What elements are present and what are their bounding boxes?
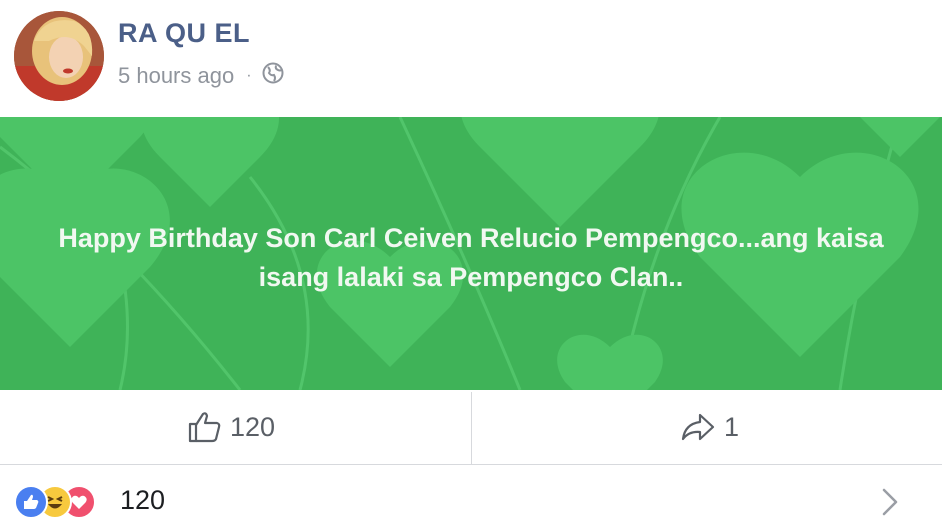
like-count: 120 [230, 411, 276, 442]
post-header: RA QU EL 5 hours ago · [0, 0, 942, 117]
post-action-bar: 120 1 [0, 390, 942, 465]
reactions-summary[interactable]: 120 [0, 465, 942, 531]
like-button[interactable]: 120 [188, 390, 275, 464]
chevron-right-icon[interactable] [878, 487, 902, 517]
reactions-total: 120 [120, 485, 166, 515]
author-avatar[interactable] [14, 11, 104, 101]
share-button[interactable]: 1 [680, 390, 739, 464]
share-count: 1 [724, 411, 740, 442]
author-name[interactable]: RA QU EL [118, 18, 250, 49]
post-timestamp[interactable]: 5 hours ago [118, 63, 234, 89]
post-meta: 5 hours ago · [118, 62, 284, 90]
post-message: Happy Birthday Son Carl Ceiven Relucio P… [58, 223, 884, 292]
like-icon [14, 485, 48, 519]
action-divider [471, 392, 472, 464]
globe-icon[interactable] [262, 62, 284, 90]
thumbs-up-icon [188, 412, 221, 443]
share-arrow-icon [681, 413, 715, 441]
meta-separator: · [246, 67, 252, 84]
reaction-icons [14, 485, 110, 519]
post-background-banner: Happy Birthday Son Carl Ceiven Relucio P… [0, 117, 942, 390]
